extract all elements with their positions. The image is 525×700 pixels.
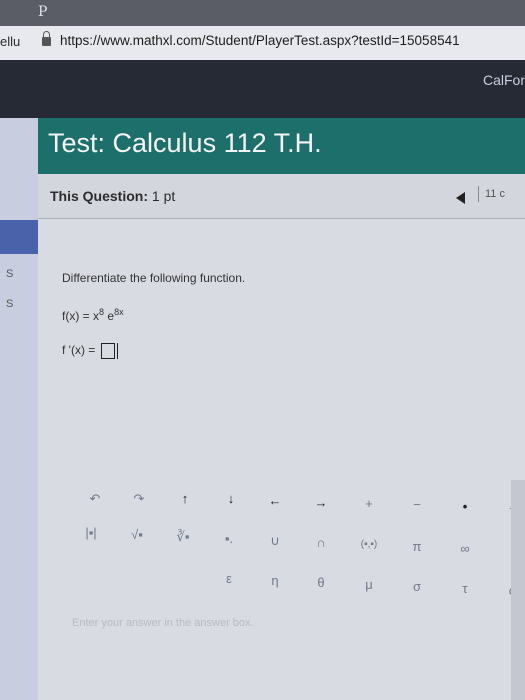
previous-question-icon[interactable] bbox=[456, 192, 465, 204]
sidebar-fragment: S bbox=[6, 268, 14, 280]
function-exponent-2: 8x bbox=[114, 307, 124, 317]
test-title-bar: Test: Calculus 112 T.H. bbox=[38, 118, 525, 174]
user-label[interactable]: CalFor bbox=[483, 72, 525, 88]
function-exponent: 8 bbox=[99, 307, 105, 317]
lock-icon bbox=[42, 31, 51, 46]
pi-button[interactable]: π bbox=[402, 536, 432, 558]
interval-button[interactable]: (▪,▪) bbox=[354, 534, 384, 556]
cube-root-button[interactable]: ∛▪ bbox=[168, 526, 198, 548]
arrow-down-button[interactable]: ↓ bbox=[216, 488, 246, 510]
address-bar[interactable]: ellu https://www.mathxl.com/Student/Play… bbox=[0, 26, 525, 61]
function-expression: f(x) = x8 e8x bbox=[62, 307, 124, 323]
panel-edge bbox=[511, 480, 525, 700]
question-number[interactable]: 11 c bbox=[478, 186, 511, 202]
arrow-right-button[interactable]: → bbox=[306, 492, 336, 514]
points-value: 1 pt bbox=[151, 188, 176, 204]
function-lhs: f(x) = x bbox=[62, 309, 100, 323]
epsilon-button[interactable]: ε bbox=[214, 568, 244, 590]
plus-button[interactable]: + bbox=[354, 493, 384, 515]
absolute-value-button[interactable]: |▪| bbox=[76, 522, 106, 544]
question-label: This Question: bbox=[50, 188, 148, 204]
infinity-button[interactable]: ∞ bbox=[450, 538, 480, 560]
arrow-left-button[interactable]: ← bbox=[260, 490, 290, 512]
site-header: CalFor bbox=[0, 60, 525, 118]
theta-button[interactable]: θ bbox=[306, 572, 336, 594]
sigma-button[interactable]: σ bbox=[402, 576, 432, 598]
question-points: This Question: 1 pt bbox=[50, 188, 175, 204]
decimal-button[interactable]: ▪. bbox=[214, 528, 244, 550]
mu-button[interactable]: μ bbox=[354, 574, 384, 596]
tau-button[interactable]: τ bbox=[450, 578, 480, 600]
question-instruction: Differentiate the following function. bbox=[62, 271, 246, 285]
tab-title[interactable]: P bbox=[38, 4, 47, 20]
undo-button[interactable]: ↶ bbox=[80, 488, 110, 510]
minus-button[interactable]: − bbox=[402, 494, 432, 516]
answer-input-box[interactable] bbox=[100, 343, 115, 359]
redo-button[interactable]: ↷ bbox=[124, 488, 154, 510]
text-cursor bbox=[116, 343, 118, 359]
answer-hint: Enter your answer in the answer box. bbox=[72, 617, 254, 629]
square-root-button[interactable]: √▪ bbox=[122, 524, 152, 546]
sidebar-fragment: S bbox=[6, 298, 14, 310]
question-bar: This Question: 1 pt 11 c bbox=[38, 174, 525, 219]
url-text[interactable]: https://www.mathxl.com/Student/PlayerTes… bbox=[60, 33, 460, 48]
answer-label: f '(x) = bbox=[62, 343, 96, 358]
answer-row: f '(x) = bbox=[62, 343, 118, 359]
sidebar-active-band bbox=[0, 220, 38, 254]
browser-tab-strip: P bbox=[0, 0, 525, 26]
left-tab-label[interactable]: ellu bbox=[0, 34, 20, 49]
dot-button[interactable]: • bbox=[450, 496, 480, 518]
eta-button[interactable]: η bbox=[260, 570, 290, 592]
arrow-up-button[interactable]: ↑ bbox=[170, 488, 200, 510]
union-button[interactable]: ∪ bbox=[260, 530, 290, 552]
intersection-button[interactable]: ∩ bbox=[306, 532, 336, 554]
page-title: Test: Calculus 112 T.H. bbox=[48, 128, 322, 158]
left-sidebar: S S bbox=[0, 118, 38, 700]
